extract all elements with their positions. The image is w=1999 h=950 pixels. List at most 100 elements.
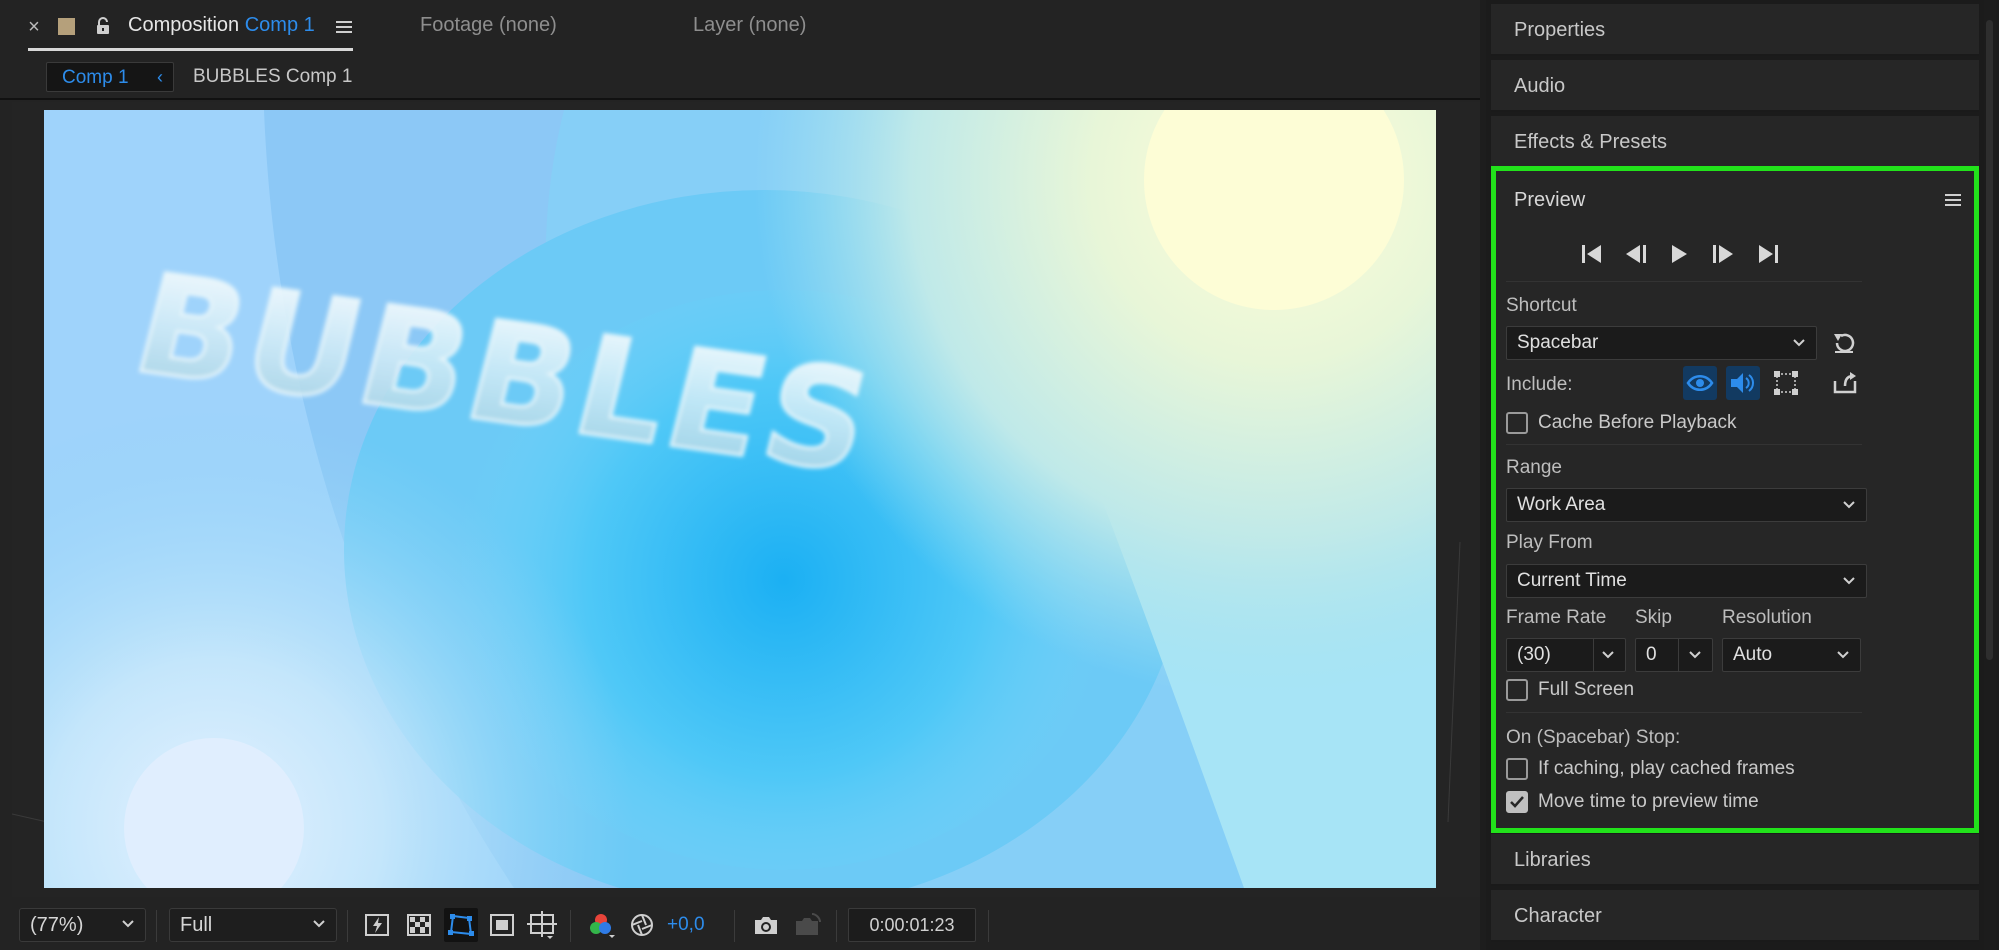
play-from-value: Current Time [1517,570,1627,591]
chevron-down-icon [313,920,325,928]
resolution-select[interactable]: Full [169,908,337,942]
show-snapshot-button[interactable] [790,908,824,942]
panel-menu-icon[interactable] [1945,193,1961,212]
resolution-select[interactable]: Auto [1722,638,1861,672]
frame-rate-label: Frame Rate [1506,607,1607,628]
bubbles-render: BUBBLES [44,110,1436,888]
tab-footage[interactable]: Footage (none) [420,14,557,37]
region-of-interest-button[interactable] [485,908,519,942]
panel-tab-bar: × Composition Comp 1 Footage (none) Laye… [0,0,1480,58]
shortcut-label: Shortcut [1506,295,1577,316]
exposure-value[interactable]: +0,0 [667,914,705,936]
skip-select[interactable]: 0 [1635,638,1713,672]
checkbox[interactable] [1506,679,1528,701]
first-frame-button[interactable] [1580,243,1604,270]
tab-composition[interactable]: Composition Comp 1 [128,14,315,37]
region-of-interest-icon [490,914,514,936]
toolbar-divider [734,910,735,942]
export-button[interactable] [1832,371,1858,400]
cache-before-playback-label: Cache Before Playback [1538,412,1737,433]
play-from-select[interactable]: Current Time [1506,564,1867,598]
last-frame-button[interactable] [1756,243,1780,270]
panel-audio-title: Audio [1514,75,1566,97]
resolution-value: Auto [1733,644,1773,665]
grid-guides-icon [527,911,557,939]
range-label: Range [1506,457,1562,478]
toolbar-divider [570,910,571,942]
panel-effects-presets-title: Effects & Presets [1514,131,1668,153]
toolbar-divider [347,910,348,942]
flowchart-crumb[interactable]: BUBBLES Comp 1 [193,66,352,88]
preview-panel: Preview Shortcut Spacebar Include: Cache… [1491,166,1979,833]
panel-menu-icon[interactable] [334,18,354,36]
checkbox[interactable] [1506,412,1528,434]
step-forward-icon [1713,245,1733,263]
skip-value: 0 [1646,644,1657,665]
mask-visibility-button[interactable] [444,908,478,942]
move-time-checkbox[interactable] [1506,791,1528,813]
divider [1506,444,1862,445]
tab-composition-name: Comp 1 [244,14,315,36]
label-color-swatch[interactable] [58,18,75,35]
chevron-down-icon [122,920,134,928]
magnification-select[interactable]: (77%) [19,908,146,942]
cache-before-playback-checkbox[interactable] [1506,412,1528,434]
lock-icon[interactable] [93,15,113,37]
include-audio-toggle[interactable] [1726,366,1760,400]
aperture-icon [631,914,653,936]
full-screen-checkbox[interactable] [1506,679,1528,701]
mask-path-icon [448,914,474,936]
checkbox[interactable] [1506,791,1528,813]
panel-character-title: Character [1514,905,1602,927]
export-icon [1833,372,1857,394]
grid-guides-button[interactable] [525,908,559,942]
channel-button[interactable] [584,908,618,942]
select-divider [1678,639,1679,671]
divider [1506,712,1862,713]
include-label: Include: [1506,374,1573,395]
eye-icon [1686,375,1714,391]
flowchart-active-comp[interactable]: Comp 1 ‹ [46,62,174,92]
chevron-down-icon [1837,651,1849,659]
speaker-icon [1731,373,1754,393]
on-stop-label: On (Spacebar) Stop: [1506,727,1681,748]
camera-icon [755,917,777,934]
transparency-grid-button[interactable] [402,908,436,942]
take-snapshot-button[interactable] [749,908,783,942]
panel-effects-presets[interactable]: Effects & Presets [1491,116,1979,168]
include-video-toggle[interactable] [1683,366,1717,400]
toolbar-divider [836,910,837,942]
shortcut-select[interactable]: Spacebar [1506,326,1817,360]
resolution-value: Full [180,914,213,936]
composition-frame[interactable]: BUBBLES [44,110,1436,888]
panel-properties[interactable]: Properties [1491,4,1979,56]
tab-layer[interactable]: Layer (none) [693,14,806,37]
previous-frame-button[interactable] [1624,243,1648,270]
reset-shortcut-button[interactable] [1831,331,1857,360]
resolution-label: Resolution [1722,607,1812,628]
close-icon[interactable]: × [24,16,44,38]
next-frame-button[interactable] [1711,243,1735,270]
reset-icon [1834,333,1855,353]
overlay-layer-controls-icon [1774,371,1798,395]
scrollbar-thumb[interactable] [1986,20,1993,660]
fast-previews-button[interactable] [361,908,395,942]
frame-rate-select[interactable]: (30) [1506,638,1626,672]
tab-composition-label: Composition [128,14,240,36]
step-back-icon [1626,245,1646,263]
if-caching-checkbox[interactable] [1506,758,1528,780]
panel-character[interactable]: Character [1491,890,1979,942]
rgb-channels-icon [590,914,615,938]
checkbox[interactable] [1506,758,1528,780]
range-select[interactable]: Work Area [1506,488,1867,522]
play-button[interactable] [1668,243,1690,270]
current-time-display[interactable]: 0:00:01:23 [848,908,976,942]
active-tab-indicator [28,48,353,51]
scrollbar[interactable] [1984,0,1996,950]
panel-libraries[interactable]: Libraries [1491,834,1979,886]
include-overlays-toggle[interactable] [1769,366,1803,400]
flowchart-active-comp-label: Comp 1 [62,67,129,88]
reset-exposure-button[interactable] [625,908,659,942]
panel-audio[interactable]: Audio [1491,60,1979,112]
play-icon [1672,245,1687,263]
